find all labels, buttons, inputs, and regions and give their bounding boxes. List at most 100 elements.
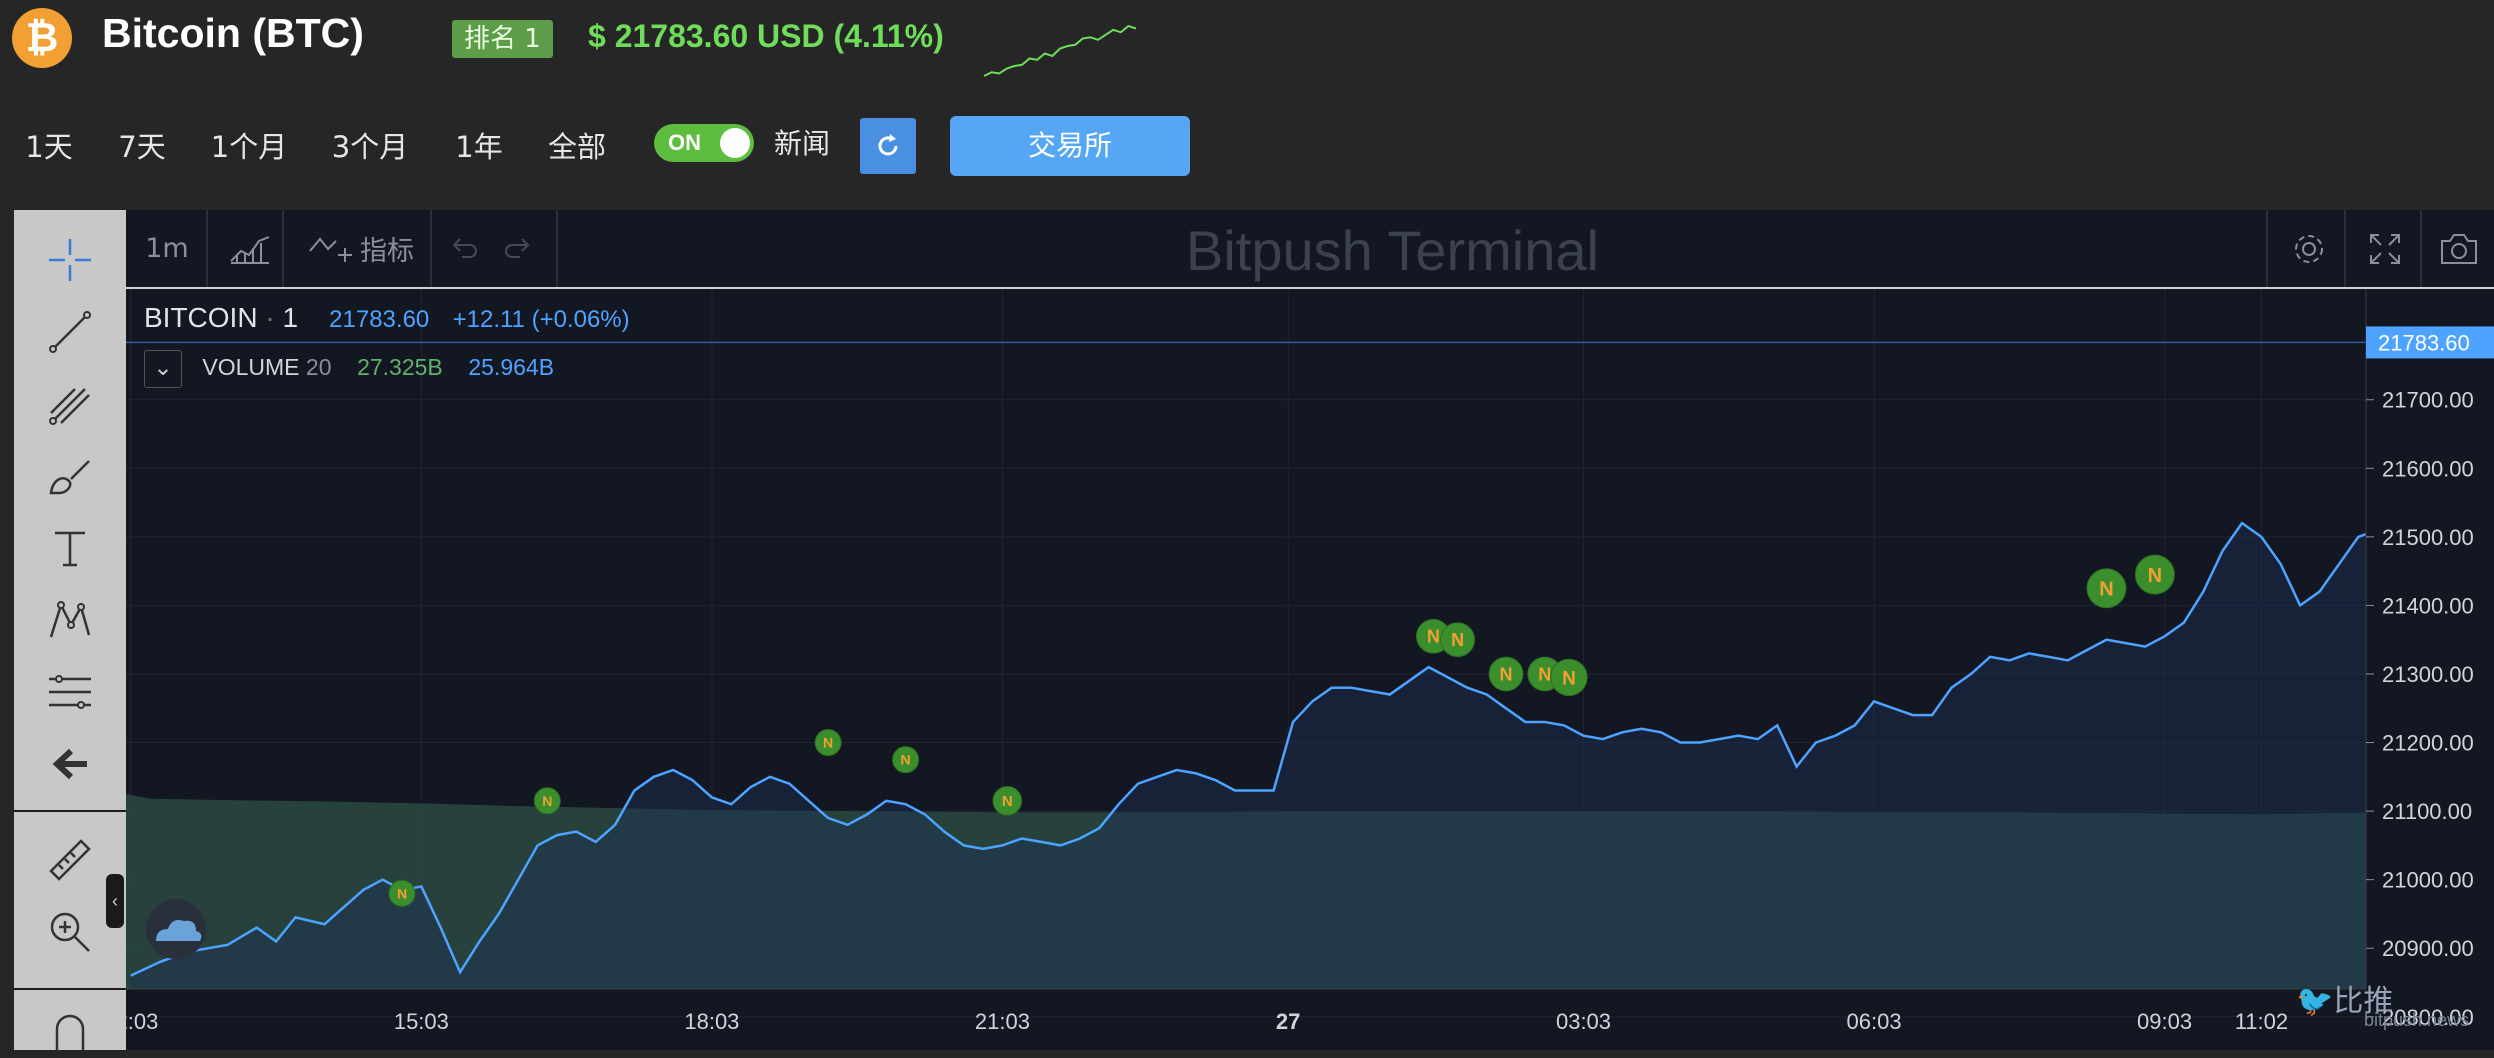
pitchfork-icon[interactable]	[38, 376, 102, 432]
news-marker-label: N	[823, 734, 833, 750]
toolbar-divider	[2344, 210, 2346, 287]
current-price-label: 21783.60	[2378, 330, 2470, 355]
chart-toolbar: 1m 指标 Bitpush Terminal	[126, 210, 2494, 289]
collapse-toolbar-button[interactable]: ‹	[106, 874, 124, 928]
time-axis-label: 11:02	[2235, 1009, 2288, 1034]
toggle-state-label: ON	[668, 130, 701, 155]
legend-change: +12.11 (+0.06%)	[452, 306, 630, 333]
back-arrow-icon[interactable]	[38, 736, 102, 792]
toolbar-divider	[14, 810, 126, 812]
undo-icon	[452, 237, 477, 258]
volume-value-1: 27.325B	[357, 354, 443, 381]
news-marker-label: N	[1538, 664, 1551, 684]
series-legend: BITCOIN · 1 21783.60 +12.11 (+0.06%)	[144, 302, 630, 333]
fib-retracement-icon[interactable]	[38, 664, 102, 720]
screenshot-button[interactable]	[2424, 210, 2494, 287]
news-marker-label: N	[901, 752, 911, 768]
exchange-button[interactable]: 交易所	[950, 116, 1190, 176]
price-change-text: $ 21783.60 USD (4.11%)	[588, 18, 944, 54]
toolbar-divider	[556, 210, 558, 287]
sparkline-path	[983, 24, 1137, 77]
fullscreen-button[interactable]	[2348, 210, 2422, 287]
text-tool-icon[interactable]	[38, 520, 102, 576]
time-axis-label: 12:03	[126, 1009, 158, 1034]
undo-button[interactable]	[444, 210, 484, 287]
price-sparkline	[983, 24, 1137, 77]
news-marker-label: N	[1002, 793, 1013, 810]
rank-badge: 排名 1	[452, 20, 553, 58]
range-tab-1m[interactable]: 1个月	[204, 114, 294, 180]
price-axis-label: 21000.00	[2382, 868, 2474, 893]
crosshair-icon[interactable]	[38, 232, 102, 288]
price-axis-label: 21200.00	[2382, 731, 2474, 756]
indicators-label: 指标	[360, 236, 414, 267]
toolbar-divider	[206, 210, 208, 287]
price-axis-label: 21500.00	[2382, 525, 2474, 550]
legend-interval: 1	[282, 302, 299, 333]
volume-length: 20	[305, 354, 332, 381]
price-axis-label: 21100.00	[2382, 799, 2472, 824]
redo-button[interactable]	[498, 210, 538, 287]
legend-symbol: BITCOIN	[144, 302, 258, 333]
settings-button[interactable]	[2272, 210, 2346, 287]
bird-icon: 🐦	[2296, 984, 2334, 1019]
bitcoin-logo-icon: ₿	[12, 8, 72, 68]
indicators-icon	[309, 236, 352, 262]
ruler-icon[interactable]	[38, 832, 102, 888]
range-tab-1d[interactable]: 1天	[12, 114, 86, 180]
price-axis-label: 21600.00	[2382, 456, 2474, 481]
range-tab-all[interactable]: 全部	[540, 114, 614, 180]
price-axis-label: 21700.00	[2382, 388, 2474, 413]
brush-icon[interactable]	[38, 448, 102, 504]
price-chart[interactable]: N N N N N N N N N N N N 20800.00 20900.00 21000.00 2110…	[126, 289, 2494, 1050]
range-tab-7d[interactable]: 7天	[104, 114, 180, 180]
redo-icon	[505, 237, 530, 258]
news-marker-label: N	[397, 885, 407, 901]
news-marker-label: N	[1427, 627, 1440, 647]
chevron-down-icon[interactable]: ⌄	[144, 350, 182, 388]
time-axis-label: 27	[1276, 1009, 1300, 1034]
price-axis-label: 20900.00	[2382, 936, 2474, 961]
news-marker-label: N	[2148, 565, 2162, 587]
range-tab-1y[interactable]: 1年	[444, 114, 514, 180]
news-marker-label: N	[542, 793, 552, 809]
time-axis-label: 09:03	[2137, 1009, 2192, 1034]
coin-header: ₿ Bitcoin (BTC) 排名 1 $ 21783.60 USD (4.1…	[0, 0, 2494, 210]
refresh-icon	[878, 134, 898, 156]
news-marker-label: N	[1451, 630, 1464, 650]
candles-chart-icon	[230, 235, 270, 264]
terminal-title: Bitpush Terminal	[1186, 219, 1599, 282]
toolbar-divider	[2420, 210, 2422, 287]
news-marker-label: N	[1562, 668, 1576, 689]
camera-icon	[2441, 233, 2477, 264]
toolbar-divider	[430, 210, 432, 287]
toolbar-divider	[2266, 210, 2268, 287]
coin-title: Bitcoin (BTC)	[102, 10, 364, 56]
refresh-button[interactable]	[860, 118, 916, 174]
legend-price: 21783.60	[329, 306, 430, 333]
time-axis-label: 21:03	[975, 1009, 1030, 1034]
volume-legend: ⌄ VOLUME 20 27.325B 25.964B	[144, 350, 554, 388]
toolbar-divider	[282, 210, 284, 287]
fullscreen-icon	[2370, 233, 2400, 264]
volume-value-2: 25.964B	[468, 354, 555, 381]
price-chart-svg[interactable]: NNNNNN NN N NNN20800.0020900.0021000.002110…	[126, 289, 2494, 1050]
time-axis-label: 18:03	[684, 1009, 739, 1034]
trend-line-icon[interactable]	[38, 304, 102, 360]
range-tab-3m[interactable]: 3个月	[320, 114, 420, 180]
indicators-button[interactable]: 指标	[296, 210, 426, 287]
price-axis-label: 21400.00	[2382, 593, 2474, 618]
chart-style-button[interactable]	[210, 210, 290, 287]
volume-label: VOLUME	[202, 354, 300, 381]
interval-selector[interactable]: 1m	[134, 210, 200, 287]
news-toggle[interactable]: ON	[654, 124, 754, 162]
pattern-icon[interactable]	[38, 592, 102, 648]
time-axis-label: 06:03	[1847, 1009, 1902, 1034]
toolbar-divider	[14, 988, 126, 990]
zoom-in-icon[interactable]	[38, 904, 102, 960]
toggle-knob	[720, 128, 750, 158]
brand-url: bitpush.news	[2364, 1010, 2470, 1030]
news-marker-label: N	[1500, 664, 1513, 684]
news-label: 新闻	[774, 127, 831, 160]
time-axis-label: 03:03	[1556, 1009, 1611, 1034]
